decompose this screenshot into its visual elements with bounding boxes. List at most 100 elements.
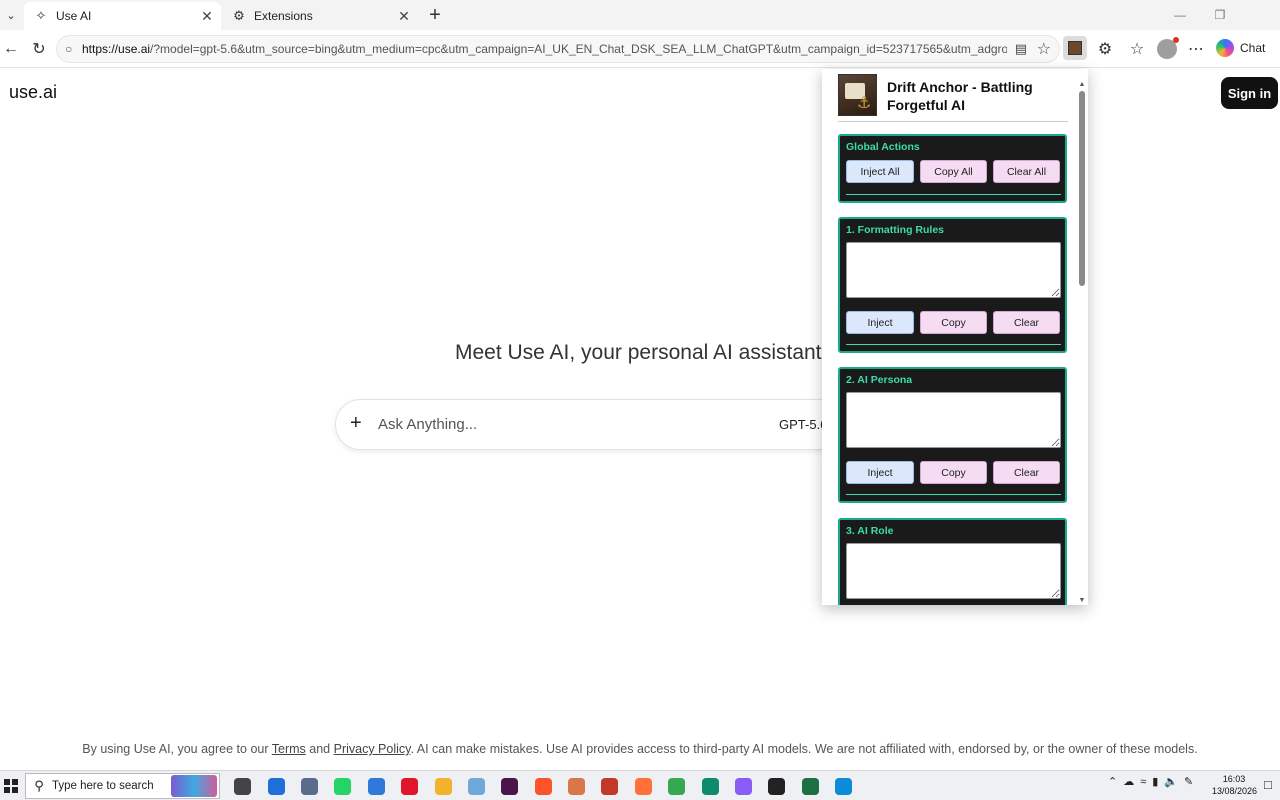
site-info-icon[interactable]: ○ (65, 42, 72, 56)
store-icon[interactable] (259, 774, 292, 798)
tab-extensions[interactable]: ⚙ Extensions ✕ (222, 2, 418, 30)
volume-icon[interactable]: 🔈 (1164, 775, 1178, 788)
chatgpt-icon[interactable] (760, 774, 793, 798)
back-arrow-icon[interactable]: ← (0, 38, 22, 60)
network-icon[interactable]: ≈ (1140, 776, 1146, 788)
taskbar-apps (226, 774, 860, 798)
search-highlight-image (171, 775, 217, 797)
privacy-policy-link[interactable]: Privacy Policy (334, 742, 411, 756)
attach-plus-icon[interactable]: + (350, 412, 362, 435)
popup-scrollbar[interactable]: ▲ ▼ (1078, 81, 1086, 604)
card-label: 2. AI Persona (846, 374, 913, 386)
excel-icon[interactable] (794, 774, 827, 798)
clock-date: 13/08/2026 (1212, 786, 1258, 796)
claude-icon[interactable] (560, 774, 593, 798)
whatsapp-icon[interactable] (326, 774, 359, 798)
puzzle-icon: ⚙ (233, 8, 245, 23)
system-tray: ⌃ ☁ ≈ ▮ 🔈 ✎ (1108, 775, 1193, 789)
use-ai-favicon: ✧ (35, 8, 47, 23)
formatting-rules-textarea[interactable] (846, 242, 1061, 298)
opera-icon[interactable] (393, 774, 426, 798)
windows-taskbar: ⚲ Type here to search ⌃ ☁ ≈ ▮ 🔈 ✎ 16:03 … (0, 770, 1280, 800)
inject-button[interactable]: Inject (846, 311, 914, 334)
restore-icon[interactable]: ❐ (1200, 0, 1240, 30)
divider (846, 494, 1061, 495)
card-label: Global Actions (846, 141, 920, 153)
clock-time: 16:03 (1222, 774, 1246, 784)
calculator-icon[interactable] (293, 774, 326, 798)
slack-icon[interactable] (493, 774, 526, 798)
card-label: 3. AI Role (846, 525, 894, 537)
mail-icon[interactable] (360, 774, 393, 798)
brave-icon[interactable] (527, 774, 560, 798)
windows-start-icon[interactable] (4, 779, 18, 793)
url-host: https://use.ai (82, 42, 151, 56)
tab-list-chevron-icon[interactable]: ⌄ (0, 0, 22, 30)
close-window-icon[interactable] (1240, 0, 1280, 30)
minimize-icon[interactable]: — (1160, 0, 1200, 30)
scroll-thumb[interactable] (1079, 91, 1085, 286)
inject-button[interactable]: Inject (846, 461, 914, 484)
terms-link[interactable]: Terms (272, 742, 306, 756)
page-headline: Meet Use AI, your personal AI assistant (455, 341, 822, 364)
divider (846, 344, 1061, 345)
copy-button[interactable]: Copy (920, 461, 987, 484)
drift-anchor-extension-icon[interactable] (1063, 36, 1087, 60)
favorite-star-icon[interactable]: ☆ (1037, 39, 1051, 59)
clear-button[interactable]: Clear (993, 311, 1060, 334)
battery-icon[interactable]: ▮ (1152, 775, 1158, 788)
reader-mode-icon[interactable]: ▤ (1015, 41, 1027, 57)
scroll-down-arrow-icon[interactable]: ▼ (1078, 597, 1086, 604)
browser-toolbar: ← ↻ ○ https://use.ai/?model=gpt-5.6&utm_… (0, 30, 1280, 68)
clear-button[interactable]: Clear (993, 461, 1060, 484)
address-bar[interactable]: ○ https://use.ai/?model=gpt-5.6&utm_sour… (56, 35, 1060, 63)
url-path: /?model=gpt-5.6&utm_source=bing&utm_medi… (150, 42, 1007, 56)
scroll-up-arrow-icon[interactable]: ▲ (1078, 81, 1086, 88)
ask-input-placeholder[interactable]: Ask Anything... (378, 416, 477, 433)
clear-all-button[interactable]: Clear All (993, 160, 1060, 183)
ai-persona-textarea[interactable] (846, 392, 1061, 448)
taskbar-search-box[interactable]: ⚲ Type here to search (25, 773, 220, 799)
copilot-chat-button[interactable]: Chat (1216, 36, 1265, 60)
refresh-icon[interactable]: ↻ (28, 38, 50, 60)
profile-avatar[interactable] (1157, 37, 1179, 59)
close-tab-icon[interactable]: ✕ (197, 8, 217, 25)
window-controls: — ❐ (1160, 0, 1280, 30)
onedrive-icon[interactable]: ☁ (1123, 775, 1134, 788)
tab-use-ai[interactable]: ✧ Use AI ✕ (24, 2, 221, 30)
more-options-icon[interactable]: ⋯ (1185, 38, 1207, 60)
copilot-icon[interactable] (727, 774, 760, 798)
chrome-icon[interactable] (660, 774, 693, 798)
copilot-icon (1216, 39, 1234, 57)
inject-all-button[interactable]: Inject All (846, 160, 914, 183)
site-logo[interactable]: use.ai (9, 82, 57, 103)
sign-in-button[interactable]: Sign in (1221, 77, 1278, 109)
tray-chevron-icon[interactable]: ⌃ (1108, 775, 1117, 788)
formatting-rules-card: 1. Formatting Rules Inject Copy Clear (838, 217, 1067, 353)
url-text[interactable]: https://use.ai/?model=gpt-5.6&utm_source… (82, 42, 1007, 56)
notifications-icon[interactable]: □ (1264, 777, 1272, 792)
popup-title: Drift Anchor - Battling Forgetful AI (887, 79, 1033, 113)
footer-text: . AI can make mistakes. Use AI provides … (410, 742, 1198, 756)
popup-header: Drift Anchor - Battling Forgetful AI (838, 74, 1068, 122)
extensions-puzzle-icon[interactable]: ⚙ (1094, 38, 1116, 60)
close-tab-icon[interactable]: ✕ (394, 8, 414, 25)
new-tab-plus-icon[interactable]: + (424, 3, 446, 27)
model-selector[interactable]: GPT-5.6 (779, 417, 827, 432)
photos-icon[interactable] (593, 774, 626, 798)
copy-button[interactable]: Copy (920, 311, 987, 334)
ai-role-card: 3. AI Role (838, 518, 1067, 605)
pen-icon[interactable]: ✎ (1184, 775, 1193, 788)
file-explorer-icon[interactable] (426, 774, 459, 798)
edge-dev-icon[interactable] (693, 774, 726, 798)
paint-icon[interactable] (460, 774, 493, 798)
taskbar-clock[interactable]: 16:03 13/08/2026 (1212, 773, 1258, 797)
favorites-icon[interactable]: ☆ (1126, 38, 1148, 60)
edge-icon[interactable] (827, 774, 860, 798)
task-view-icon[interactable] (226, 774, 259, 798)
copy-all-button[interactable]: Copy All (920, 160, 987, 183)
tab-title: Extensions (254, 9, 313, 23)
ai-role-textarea[interactable] (846, 543, 1061, 599)
firefox-icon[interactable] (627, 774, 660, 798)
search-icon: ⚲ (34, 778, 44, 793)
